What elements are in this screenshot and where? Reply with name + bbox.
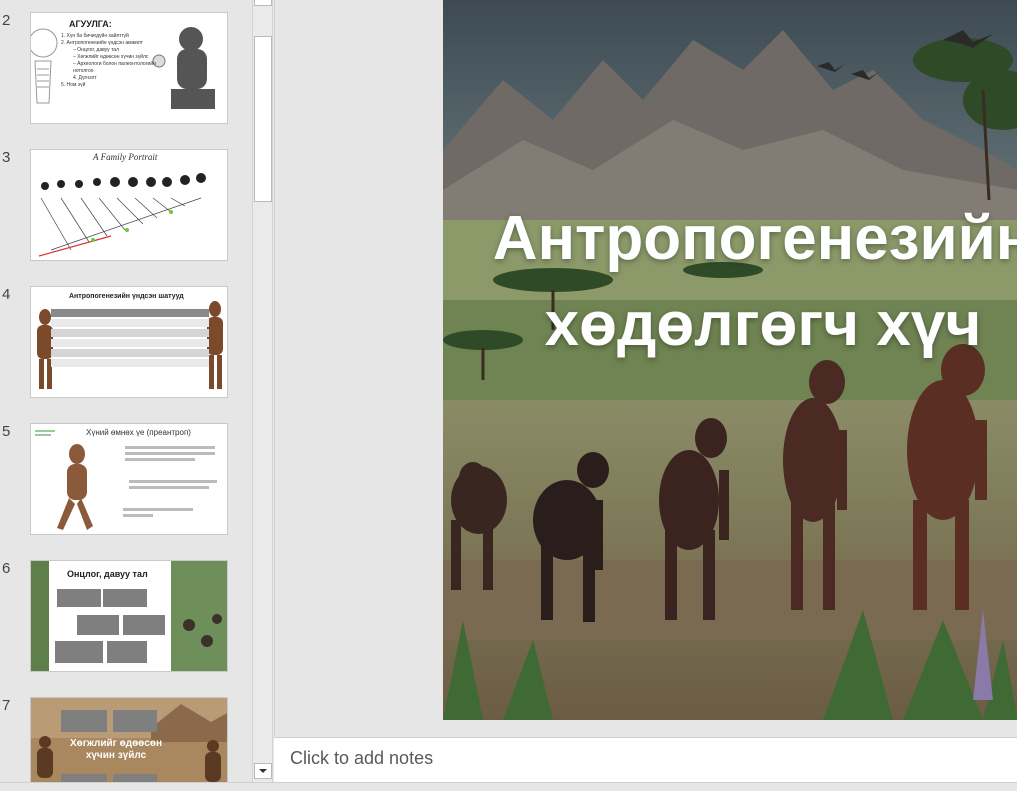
slide-thumbnail-2[interactable]: АГУУЛГА: 1. Хүн ба бичигдүйн хайлтгүй 2.… bbox=[30, 12, 228, 124]
thumbnail-box bbox=[77, 615, 119, 635]
slide-thumbnail-pane[interactable]: 2 АГУУЛГА: 1. Хүн ба бичигдүйн хайлтгүй … bbox=[0, 0, 252, 782]
title-line-2: хөдөлгөгч хүч bbox=[544, 290, 982, 359]
thumbnail-box bbox=[61, 710, 107, 732]
thumbnail-row-6: 6 Онцлог, давуу тал bbox=[0, 560, 252, 674]
scroll-down-button[interactable] bbox=[254, 763, 272, 779]
thumbnail-title: Хөгжлийг өдөөсөн хүчин зүйлс bbox=[69, 738, 162, 761]
thumbnail-row-2: 2 АГУУЛГА: 1. Хүн ба бичигдүйн хайлтгүй … bbox=[0, 12, 252, 126]
thumbnail-line: 1. Хүн ба бичигдүйн хайлтгүй bbox=[61, 33, 129, 39]
thumbnail-title: АГУУЛГА: bbox=[69, 19, 112, 29]
thumbnail-title: Онцлог, давуу тал bbox=[67, 569, 148, 579]
thumbnail-contents: 1. Хүн ба бичигдүйн хайлтгүй 2. Антропог… bbox=[61, 33, 161, 89]
thumbnail-title: A Family Portrait bbox=[93, 152, 158, 162]
notes-pane[interactable]: Click to add notes bbox=[274, 737, 1017, 782]
thumbnail-box bbox=[55, 641, 103, 663]
slide-thumbnail-3[interactable]: A Family Portrait bbox=[30, 149, 228, 261]
thumbnail-title: Хүний өмнөх үе (преантроп) bbox=[86, 428, 191, 437]
slide-title[interactable]: Антропогенезийн хөдөлгөгч хүч bbox=[443, 196, 1017, 368]
thumbnail-box bbox=[113, 774, 157, 782]
title-line-1: Антропогенезийн bbox=[492, 204, 1017, 273]
scrollbar-thumb[interactable] bbox=[254, 36, 272, 202]
slide-thumbnail-6[interactable]: Онцлог, давуу тал bbox=[30, 560, 228, 672]
thumbnail-box bbox=[61, 774, 107, 782]
thumbnail-title: Антропогенезийн үндсэн шатууд bbox=[69, 293, 184, 300]
preanthrope-illustration bbox=[35, 430, 217, 530]
thumbnail-number: 5 bbox=[2, 423, 11, 440]
thumbnail-number: 2 bbox=[2, 12, 11, 29]
thumbnail-line: – Археологи болон палеонтологийн нотолго… bbox=[73, 61, 156, 74]
primate-tree-diagram bbox=[38, 173, 206, 257]
thumbnail-line: 5. Ном зүй bbox=[61, 82, 86, 88]
slide-thumbnail-4[interactable]: Антропогенезийн үндсэн шатууд bbox=[30, 286, 228, 398]
slide-thumbnail-7[interactable]: Хөгжлийг өдөөсөн хүчин зүйлс bbox=[30, 697, 228, 782]
thumbnail-box bbox=[107, 641, 147, 663]
thumbnail-box bbox=[57, 589, 101, 607]
slide-thumbnail-5[interactable]: Хүний өмнөх үе (преантроп) bbox=[30, 423, 228, 535]
current-slide[interactable]: Антропогенезийн хөдөлгөгч хүч bbox=[443, 0, 1017, 720]
thumbnail-number: 3 bbox=[2, 149, 11, 166]
thumbnail-line: – Хөгжлийг өдөөсөн хүчин зүйлс bbox=[73, 54, 149, 60]
thumbnail-line: – Онцлог, давуу тал bbox=[73, 47, 119, 53]
thumbnail-row-4: 4 Антропогенезийн үндсэн шатууд bbox=[0, 286, 252, 400]
thumbnail-scrollbar[interactable] bbox=[252, 0, 273, 782]
thumbnail-number: 4 bbox=[2, 286, 11, 303]
powerpoint-window: 2 АГУУЛГА: 1. Хүн ба бичигдүйн хайлтгүй … bbox=[0, 0, 1017, 791]
slide-editor-area[interactable]: Антропогенезийн хөдөлгөгч хүч bbox=[274, 0, 1017, 736]
thumbnail-row-7: 7 Хөгжлийг өдөөсөн хүчин зүйлс bbox=[0, 697, 252, 782]
status-bar bbox=[0, 782, 1017, 791]
chevron-down-icon bbox=[259, 769, 267, 773]
scroll-up-button[interactable] bbox=[254, 0, 272, 6]
thumbnail-line: 4. Дүгнэлт bbox=[73, 75, 97, 81]
stages-table-graphic bbox=[37, 301, 223, 389]
thumbnail-row-5: 5 Хүний өмнөх үе (преантроп) bbox=[0, 423, 252, 537]
thumbnail-box bbox=[123, 615, 165, 635]
thumbnail-box bbox=[103, 589, 147, 607]
thumbnail-line: 2. Антропогенезийн үндсэн амжилт bbox=[61, 40, 143, 46]
thumbnail-number: 7 bbox=[2, 697, 11, 714]
thumbnail-row-3: 3 A Family Portrait bbox=[0, 149, 252, 263]
notes-placeholder[interactable]: Click to add notes bbox=[290, 748, 433, 769]
thumbnail-number: 6 bbox=[2, 560, 11, 577]
thumbnail-box bbox=[113, 710, 157, 732]
